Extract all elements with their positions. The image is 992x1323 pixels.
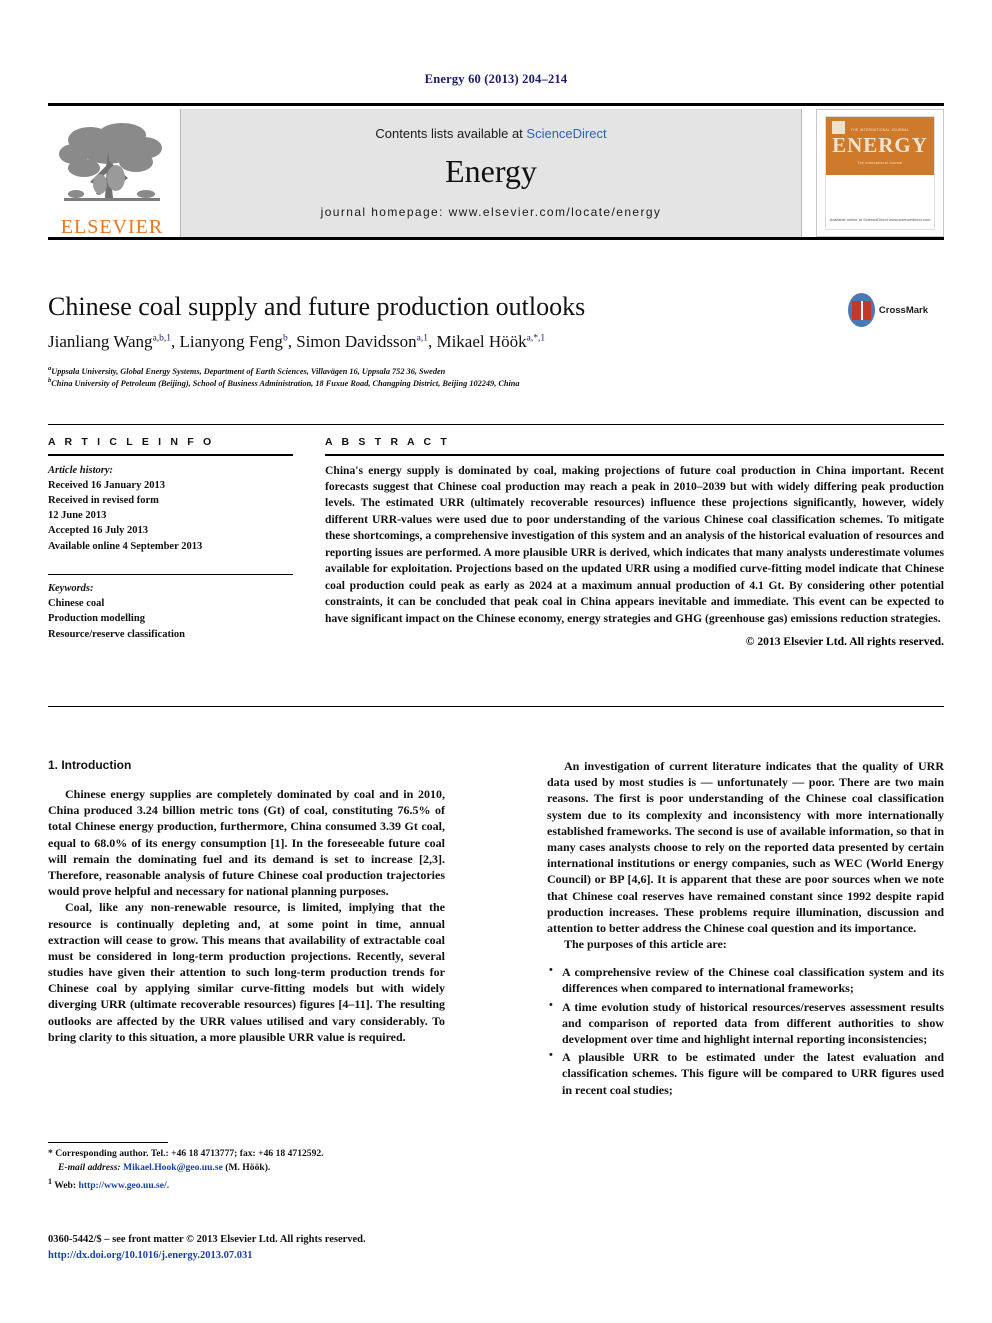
footnote-web-label: Web: (54, 1179, 79, 1191)
purpose-bullet-list: A comprehensive review of the Chinese co… (547, 963, 944, 1098)
contents-prefix-text: Contents lists available at (375, 126, 527, 141)
journal-cover-toplabels: THE INTERNATIONAL JOURNAL (850, 128, 910, 132)
footnote-email-link[interactable]: Mikael.Hook@geo.uu.se (123, 1162, 223, 1173)
paper-page: Energy 60 (2013) 204–214 ELSEVIER Conten… (0, 0, 992, 1323)
footnote-corresponding-author: * Corresponding author. Tel.: +46 18 471… (48, 1148, 324, 1159)
author-feng-marks: b (282, 333, 288, 344)
body-paragraph: The purposes of this article are: (547, 936, 944, 952)
author-wang: Jianliang Wang (48, 332, 153, 351)
abstract-text: China's energy supply is dominated by co… (325, 463, 944, 625)
footnote-block: * Corresponding author. Tel.: +46 18 471… (48, 1142, 445, 1193)
article-history-label: Article history: (48, 464, 114, 476)
author-hook-marks: a,*,1 (526, 333, 546, 344)
elsevier-logo: ELSEVIER (48, 109, 176, 237)
article-history-item: Received 16 January 2013 (48, 479, 165, 491)
journal-cover-footer: Available online at ScienceDirect www.sc… (829, 217, 931, 222)
masthead-center-panel: Contents lists available at ScienceDirec… (180, 109, 802, 237)
article-info-rule (48, 454, 293, 456)
keyword-item: Resource/reserve classification (48, 628, 185, 640)
body-paragraph-text: Chinese energy supplies are completely d… (48, 787, 445, 899)
list-item: A plausible URR to be estimated under th… (549, 1048, 944, 1098)
crossmark-book-icon (851, 300, 871, 320)
journal-cover-thumbnail: THE INTERNATIONAL JOURNAL ENERGY The int… (816, 109, 944, 237)
article-history-item: Available online 4 September 2013 (48, 540, 203, 552)
footnote-web-link[interactable]: http://www.geo.uu.se/. (79, 1180, 170, 1191)
sciencedirect-link[interactable]: ScienceDirect (526, 126, 606, 141)
footnote-rule (48, 1142, 168, 1143)
body-paragraph: Coal, like any non-renewable resource, i… (48, 899, 445, 1045)
body-column-left: 1. Introduction Chinese energy supplies … (48, 758, 445, 1045)
footnote-email-label: E-mail address: (58, 1162, 121, 1174)
journal-cover-subtitle: The international Journal (857, 161, 903, 165)
imprint-doi-link[interactable]: http://dx.doi.org/10.1016/j.energy.2013.… (48, 1248, 548, 1264)
keyword-item: Chinese coal (48, 598, 105, 610)
body-paragraph-text: An investigation of current literature i… (547, 759, 944, 935)
article-history-item: 12 June 2013 (48, 510, 107, 522)
journal-homepage-link[interactable]: journal homepage: www.elsevier.com/locat… (181, 205, 801, 219)
article-history-item: Received in revised form (48, 494, 159, 506)
section-heading-introduction: 1. Introduction (48, 758, 132, 772)
abstract-band-top-rule (48, 424, 944, 425)
body-paragraph-text: The purposes of this article are: (564, 937, 727, 952)
body-paragraph: An investigation of current literature i… (547, 758, 944, 936)
journal-cover-inner: THE INTERNATIONAL JOURNAL ENERGY The int… (825, 116, 935, 230)
author-wang-marks: a,b,1 (152, 333, 172, 344)
author-list: Jianliang Wanga,b,1, Lianyong Fengb, Sim… (48, 332, 546, 351)
crossmark-badge[interactable]: CrossMark (848, 288, 928, 332)
footnote-web: 1 Web: http://www.geo.uu.se/. (48, 1176, 445, 1194)
footnote-web-marker: 1 (48, 1176, 52, 1186)
abstract-copyright: © 2013 Elsevier Ltd. All rights reserved… (745, 635, 944, 649)
footnote-email: E-mail address: Mikael.Hook@geo.uu.se (M… (48, 1161, 445, 1175)
running-head: Energy 60 (2013) 204–214 (424, 72, 568, 86)
keywords-rule (48, 573, 293, 575)
crossmark-label: CrossMark (878, 304, 928, 316)
elsevier-wordmark: ELSEVIER (60, 216, 164, 238)
article-history-item: Accepted 16 July 2013 (48, 525, 149, 537)
article-history-block: Article history: Received 16 January 201… (48, 463, 293, 554)
body-column-right: An investigation of current literature i… (547, 758, 944, 1100)
imprint-front-matter: 0360-5442/$ – see front matter © 2013 El… (48, 1234, 366, 1245)
keywords-label: Keywords: (48, 583, 94, 594)
journal-cover-banner: THE INTERNATIONAL JOURNAL ENERGY The int… (826, 117, 934, 175)
masthead-bottom-rule (48, 237, 944, 240)
article-info-heading: A R T I C L E I N F O (48, 436, 215, 448)
list-item: A time evolution study of historical res… (549, 998, 944, 1048)
author-hook: Mikael Höök (436, 332, 527, 351)
body-columns: 1. Introduction Chinese energy supplies … (48, 758, 944, 1178)
keyword-item: Production modelling (48, 613, 145, 625)
keywords-block: Keywords: Chinese coal Production modell… (48, 581, 293, 642)
crossmark-icon (848, 293, 875, 327)
footnote-email-suffix: (M. Höök). (222, 1162, 271, 1174)
masthead-top-rule (48, 103, 944, 106)
page-title: Chinese coal supply and future productio… (48, 292, 586, 321)
affiliation-b-text: China University of Petroleum (Beijing),… (51, 378, 520, 388)
abstract-band-bottom-rule (48, 706, 944, 707)
imprint-block: 0360-5442/$ – see front matter © 2013 El… (48, 1232, 548, 1265)
author-feng: Lianyong Feng (179, 332, 283, 351)
abstract-column: A B S T R A C T China's energy supply is… (325, 436, 944, 648)
body-paragraph-text: Coal, like any non-renewable resource, i… (48, 900, 445, 1044)
contents-available-line: Contents lists available at ScienceDirec… (181, 126, 801, 141)
article-info-spacer (48, 554, 293, 570)
abstract-heading: A B S T R A C T (325, 436, 450, 448)
body-paragraph: Chinese energy supplies are completely d… (48, 786, 445, 899)
elsevier-tree-icon (59, 123, 162, 201)
affiliation-b: bChina University of Petroleum (Beijing)… (48, 376, 868, 390)
abstract-rule (325, 454, 944, 456)
author-davidsson-marks: a,1 (416, 333, 428, 344)
author-davidsson: Simon Davidsson (296, 332, 417, 351)
journal-masthead: ELSEVIER Contents lists available at Sci… (48, 103, 944, 240)
journal-title: Energy (445, 153, 537, 189)
journal-cover-title: ENERGY (832, 133, 928, 157)
article-info-column: A R T I C L E I N F O Article history: R… (48, 436, 293, 642)
list-item: A comprehensive review of the Chinese co… (549, 963, 944, 996)
affiliation-a-text: Uppsala University, Global Energy System… (51, 366, 446, 376)
